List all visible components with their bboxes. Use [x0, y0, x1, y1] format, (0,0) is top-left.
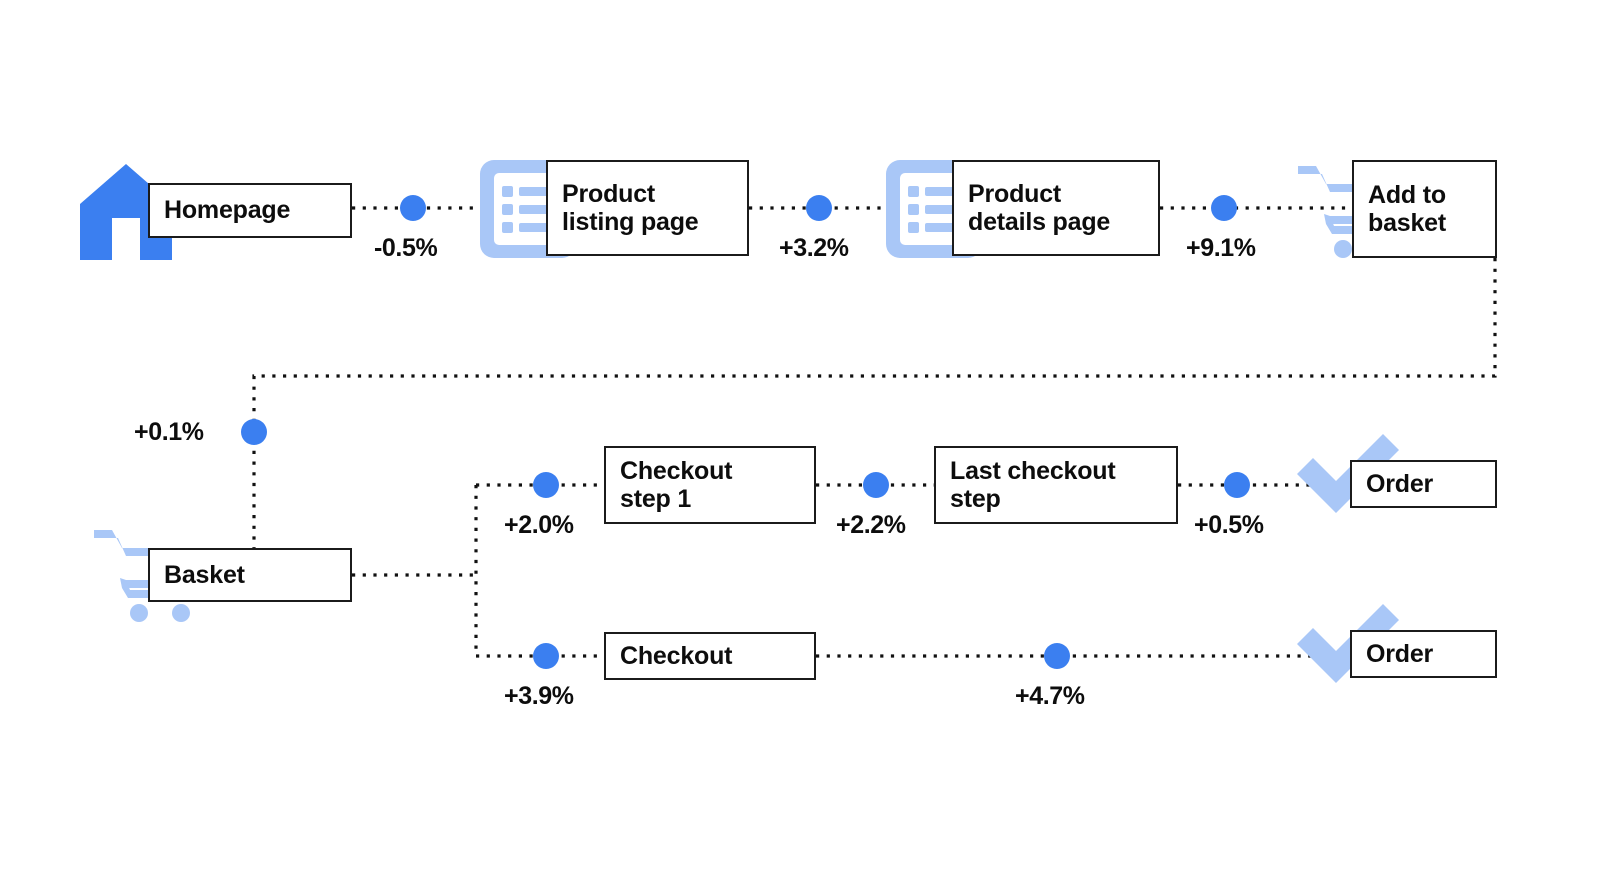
- diagram-canvas: Homepage Product listing page Product de…: [0, 0, 1601, 874]
- node-product-details-page-label: Product details page: [968, 179, 1111, 237]
- node-checkout-step-1-label: Checkout step 1: [620, 456, 733, 514]
- transition-dot: [806, 195, 832, 221]
- node-add-to-basket-label: Add to basket: [1368, 180, 1447, 238]
- transition-label-details-to-add-to-basket: +9.1%: [1186, 234, 1256, 262]
- node-last-checkout-step-label: Last checkout step: [950, 456, 1116, 514]
- transition-label-listing-to-details: +3.2%: [779, 234, 849, 262]
- transition-label-add-to-basket-to-basket: +0.1%: [134, 418, 204, 446]
- node-homepage[interactable]: Homepage: [148, 183, 352, 238]
- transition-dot: [400, 195, 426, 221]
- node-product-details-page[interactable]: Product details page: [952, 160, 1160, 256]
- transition-dot: [241, 419, 267, 445]
- transition-label-last-to-order-top: +0.5%: [1194, 511, 1264, 539]
- transition-label-homepage-to-listing: -0.5%: [374, 234, 438, 262]
- transition-dot: [1211, 195, 1237, 221]
- transition-label-basket-to-checkout-step-1: +2.0%: [504, 511, 574, 539]
- transition-dots: [241, 195, 1250, 669]
- node-homepage-label: Homepage: [164, 196, 291, 225]
- node-order-bottom[interactable]: Order: [1350, 630, 1497, 678]
- node-product-listing-page[interactable]: Product listing page: [546, 160, 749, 256]
- node-basket[interactable]: Basket: [148, 548, 352, 602]
- transition-label-basket-to-checkout: +3.9%: [504, 682, 574, 710]
- transition-label-checkout-step-1-to-last: +2.2%: [836, 511, 906, 539]
- transition-dot: [1044, 643, 1070, 669]
- node-checkout[interactable]: Checkout: [604, 632, 816, 680]
- node-add-to-basket[interactable]: Add to basket: [1352, 160, 1497, 258]
- transition-dot: [1224, 472, 1250, 498]
- transition-label-checkout-to-order-bottom: +4.7%: [1015, 682, 1085, 710]
- node-checkout-step-1[interactable]: Checkout step 1: [604, 446, 816, 524]
- node-basket-label: Basket: [164, 560, 245, 589]
- node-order-bottom-label: Order: [1366, 639, 1434, 668]
- transition-dot: [863, 472, 889, 498]
- transition-dot: [533, 472, 559, 498]
- node-checkout-label: Checkout: [620, 641, 733, 670]
- node-order-top[interactable]: Order: [1350, 460, 1497, 508]
- transition-dot: [533, 643, 559, 669]
- node-order-top-label: Order: [1366, 469, 1434, 498]
- node-product-listing-page-label: Product listing page: [562, 179, 699, 237]
- node-last-checkout-step[interactable]: Last checkout step: [934, 446, 1178, 524]
